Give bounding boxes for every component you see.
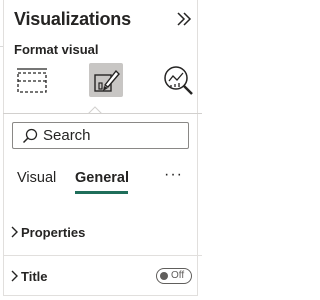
chevron-double-right-icon[interactable] [175, 10, 193, 28]
build-visual-icon[interactable] [15, 63, 49, 97]
search-input[interactable] [43, 126, 183, 145]
section-label: Title [21, 269, 48, 284]
pane-subtitle: Format visual [14, 42, 99, 57]
search-box[interactable] [12, 122, 189, 149]
chevron-right-icon [11, 226, 18, 238]
tab-visual[interactable]: Visual [17, 170, 56, 186]
tab-general[interactable]: General [75, 170, 129, 186]
section-label: Properties [21, 225, 86, 240]
search-icon [22, 128, 38, 144]
title-toggle[interactable]: Off [156, 268, 192, 284]
pane-title: Visualizations [14, 9, 131, 29]
tab-selected-indicator [75, 191, 128, 194]
format-visual-icon[interactable] [89, 63, 123, 97]
icon-divider [3, 113, 202, 114]
section-divider [3, 255, 202, 256]
section-properties[interactable]: Properties [10, 222, 190, 242]
more-options-button[interactable]: ··· [164, 166, 183, 184]
toggle-knob [160, 272, 168, 280]
analytics-icon[interactable] [161, 63, 195, 97]
chevron-right-icon [11, 270, 18, 282]
toggle-state-label: Off [171, 270, 185, 281]
